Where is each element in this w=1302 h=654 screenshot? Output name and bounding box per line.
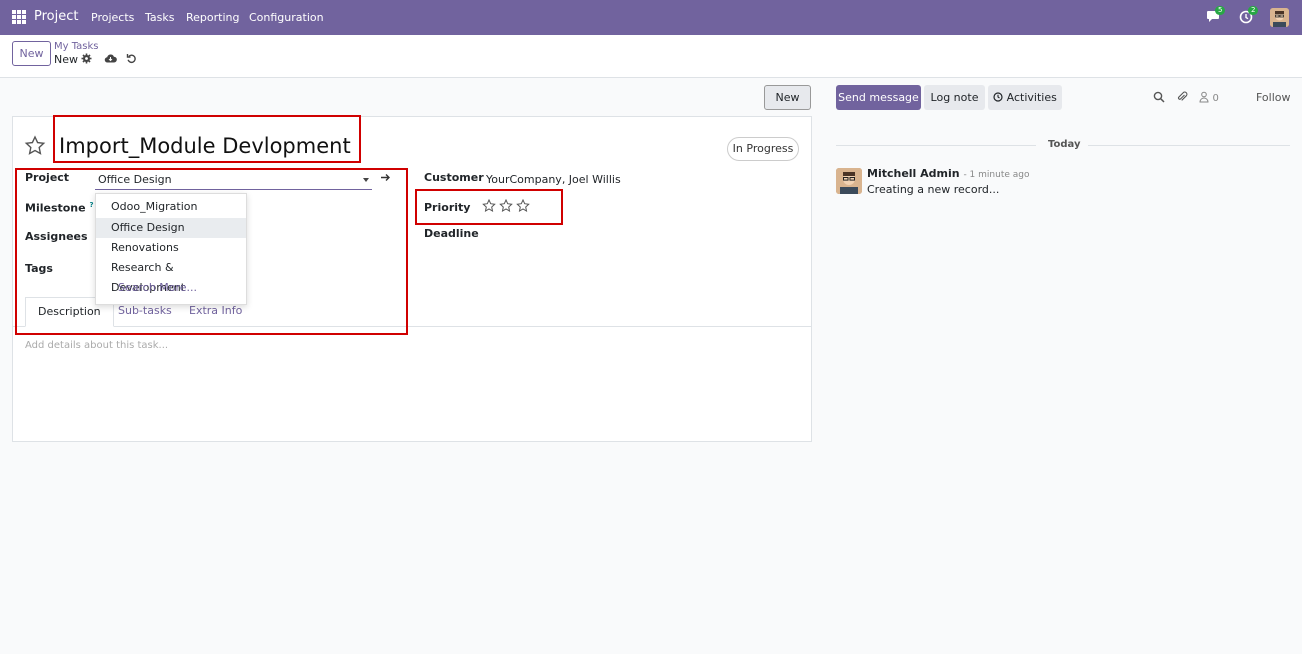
activities-clock-icon[interactable]: 2 bbox=[1239, 6, 1259, 24]
new-button[interactable]: New bbox=[12, 41, 51, 66]
activities-badge: 2 bbox=[1248, 6, 1259, 15]
deadline-label: Deadline bbox=[424, 227, 479, 240]
activities-label: Activities bbox=[1006, 91, 1057, 104]
customer-value[interactable]: YourCompany, Joel Willis bbox=[486, 173, 621, 186]
title-highlight-box bbox=[53, 115, 361, 163]
activities-button[interactable]: Activities bbox=[988, 85, 1062, 110]
menu-tasks[interactable]: Tasks bbox=[145, 11, 174, 24]
menu-configuration[interactable]: Configuration bbox=[249, 11, 324, 24]
message-author-name[interactable]: Mitchell Admin bbox=[867, 167, 960, 180]
control-panel: New My Tasks New bbox=[0, 35, 1302, 78]
follow-button[interactable]: Follow bbox=[1256, 91, 1291, 104]
followers-icon[interactable]: 0 bbox=[1199, 91, 1223, 104]
menu-projects[interactable]: Projects bbox=[91, 11, 134, 24]
today-separator: Today bbox=[1048, 139, 1081, 150]
top-navbar: Project Projects Tasks Reporting Configu… bbox=[0, 0, 1302, 35]
divider bbox=[836, 145, 1036, 146]
app-name[interactable]: Project bbox=[34, 9, 78, 24]
message-avatar[interactable] bbox=[836, 168, 862, 194]
search-icon[interactable] bbox=[1153, 91, 1166, 104]
message-author: Mitchell Admin - 1 minute ago bbox=[867, 167, 1030, 180]
priority-highlight-box bbox=[415, 189, 563, 225]
app-menu-icon[interactable] bbox=[12, 10, 26, 24]
save-cloud-icon[interactable] bbox=[104, 53, 117, 65]
user-avatar[interactable] bbox=[1270, 8, 1289, 27]
description-editor[interactable]: Add details about this task... bbox=[25, 340, 168, 351]
divider bbox=[1088, 145, 1290, 146]
message-body: Creating a new record... bbox=[867, 183, 1000, 196]
form-new-button[interactable]: New bbox=[764, 85, 811, 110]
fields-highlight-box bbox=[15, 168, 408, 335]
followers-count: 0 bbox=[1212, 93, 1219, 104]
favorite-star-icon[interactable] bbox=[24, 135, 46, 157]
message-time: - 1 minute ago bbox=[963, 170, 1030, 180]
record-name: New bbox=[54, 53, 78, 66]
log-note-button[interactable]: Log note bbox=[924, 85, 985, 110]
messages-icon[interactable]: 5 bbox=[1206, 6, 1226, 24]
breadcrumb[interactable]: My Tasks bbox=[54, 41, 99, 52]
gear-icon[interactable] bbox=[81, 53, 93, 65]
messages-badge: 5 bbox=[1215, 6, 1226, 15]
customer-label: Customer bbox=[424, 171, 484, 184]
menu-reporting[interactable]: Reporting bbox=[186, 11, 239, 24]
clock-icon bbox=[993, 92, 1003, 102]
send-message-button[interactable]: Send message bbox=[836, 85, 921, 110]
stage-badge[interactable]: In Progress bbox=[727, 137, 799, 161]
paperclip-icon[interactable] bbox=[1176, 91, 1189, 104]
discard-undo-icon[interactable] bbox=[126, 53, 138, 65]
